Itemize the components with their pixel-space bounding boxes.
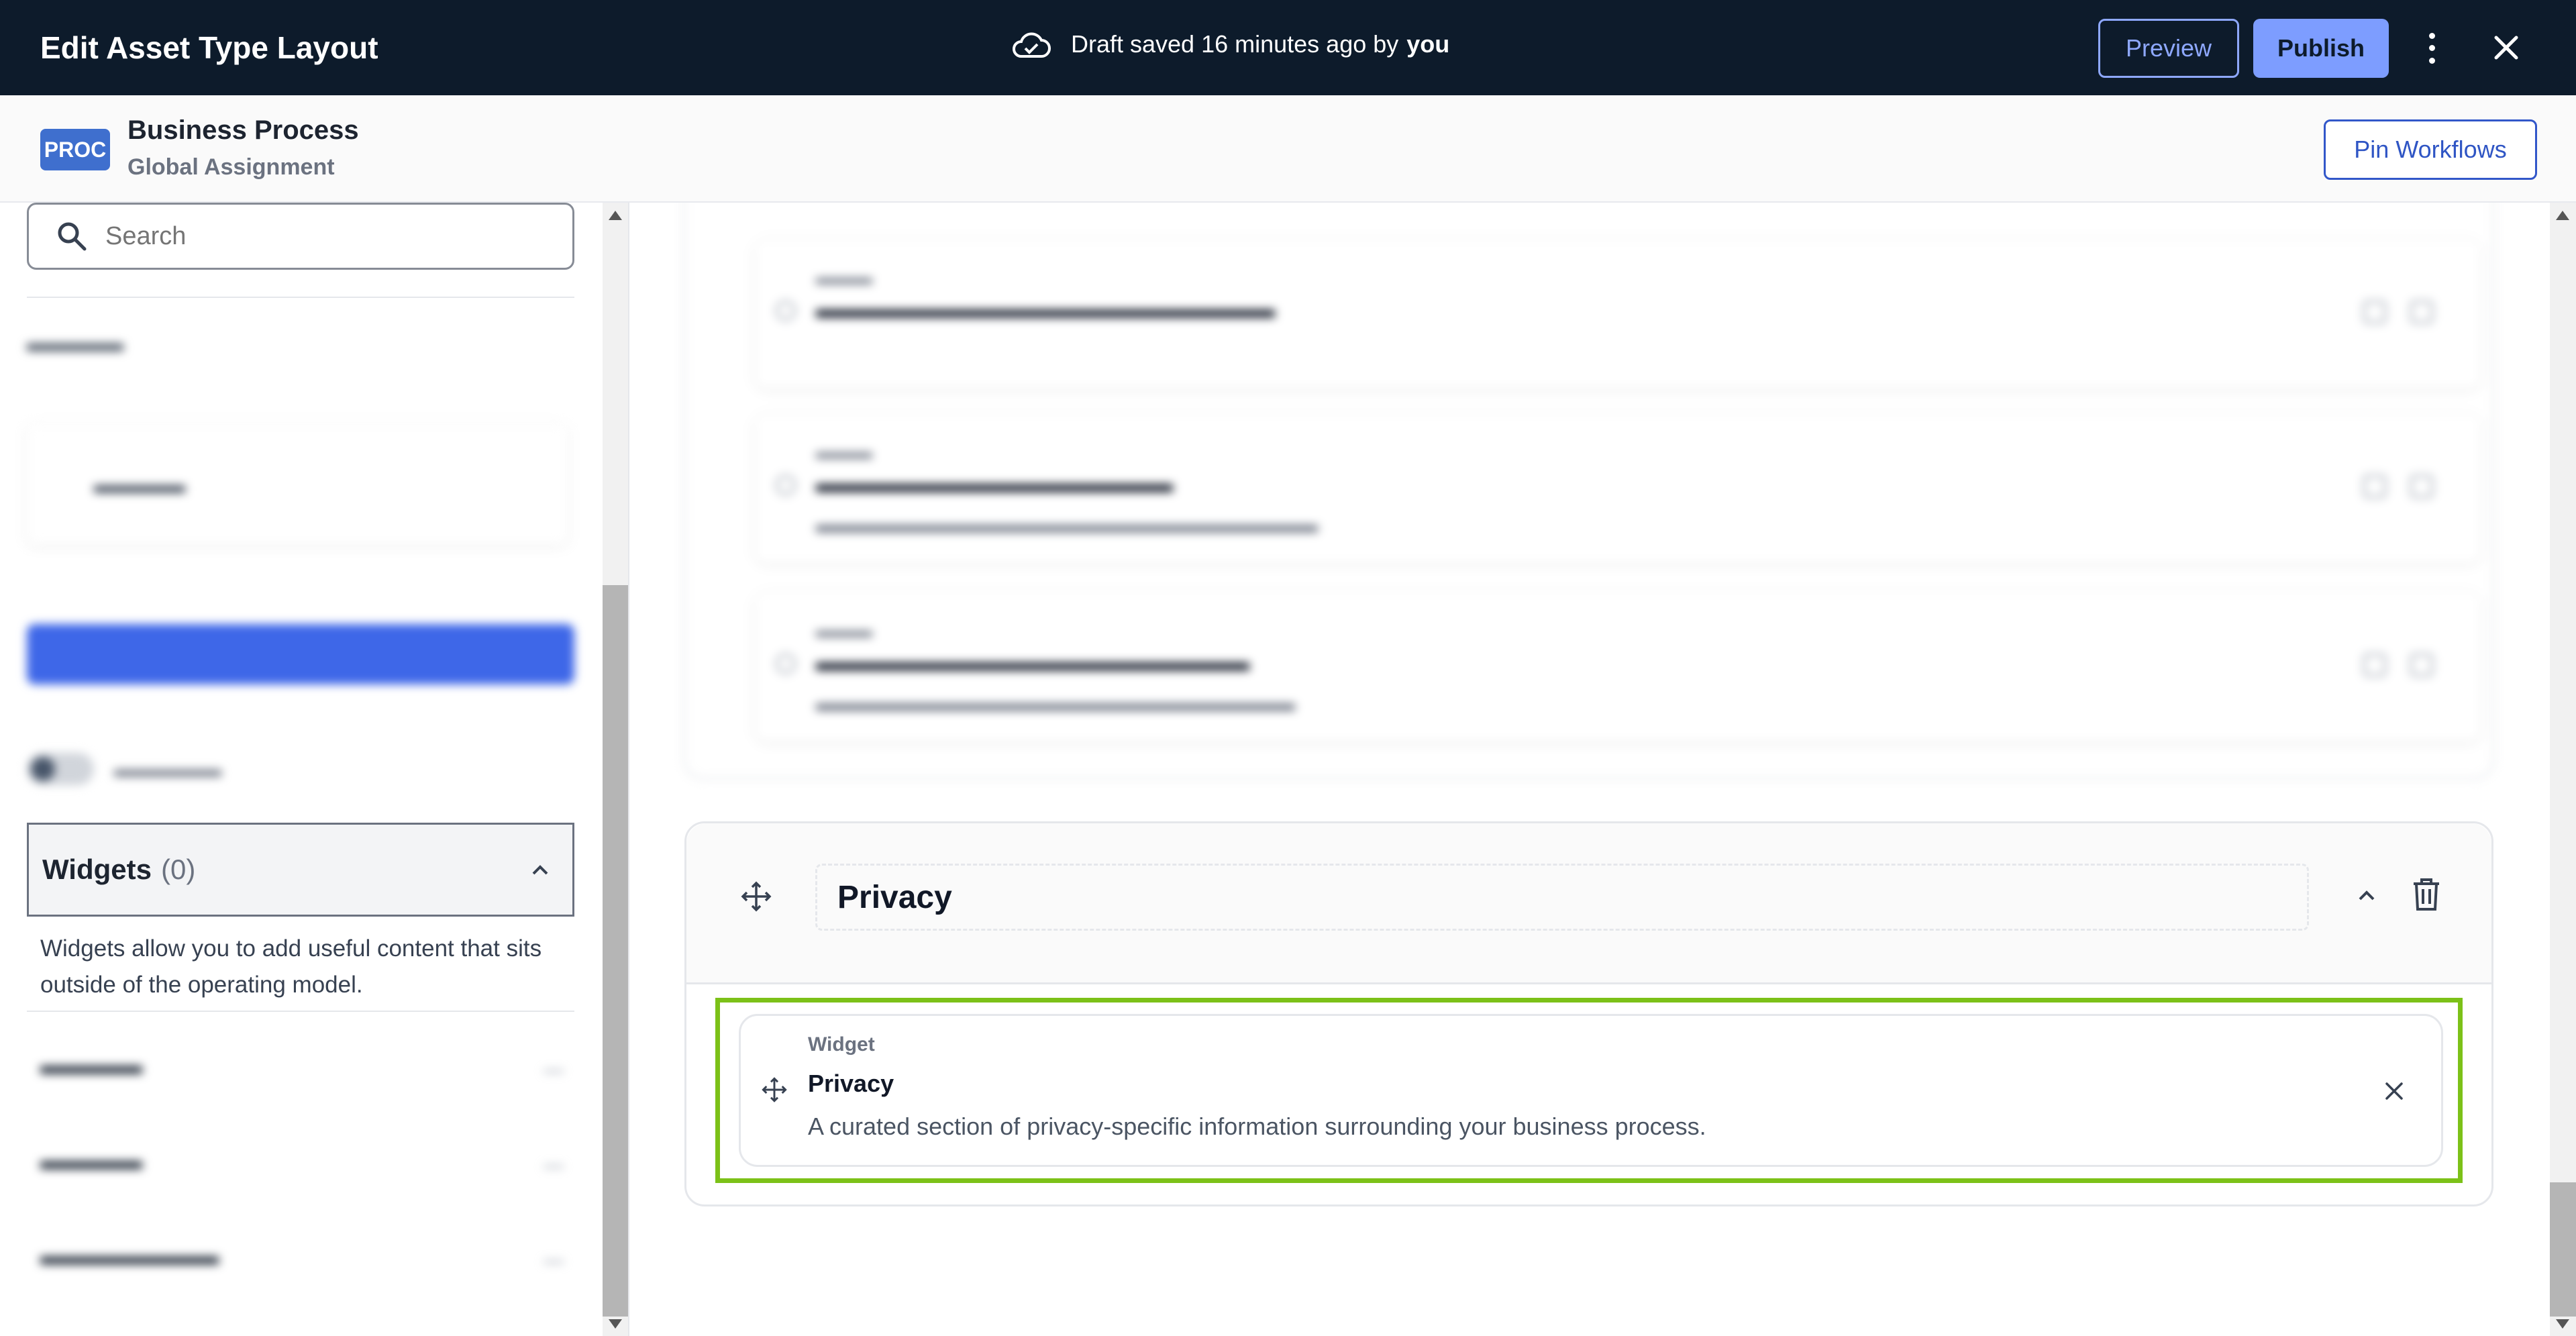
search-input[interactable]: [105, 221, 508, 251]
section-header: Privacy: [686, 823, 2491, 984]
asset-type-badge: PROC: [40, 129, 110, 170]
preview-button[interactable]: Preview: [2098, 19, 2239, 78]
privacy-section: Privacy Widget Privacy A curated section…: [684, 821, 2493, 1206]
page-title: Edit Asset Type Layout: [40, 30, 378, 65]
left-scrollbar[interactable]: [603, 203, 628, 1336]
widgets-description: Widgets allow you to add useful content …: [40, 935, 542, 998]
scroll-up-arrow[interactable]: [609, 211, 622, 220]
widgets-accordion-header[interactable]: Widgets (0): [27, 823, 574, 917]
complex-relations-accordion: ▬▬▬▬▬▬▬: [40, 1236, 564, 1276]
structure-label: ▬▬▬▬: [27, 329, 123, 356]
pin-workflows-button[interactable]: Pin Workflows: [2324, 119, 2537, 180]
top-bar: Edit Asset Type Layout Draft saved 16 mi…: [0, 0, 2576, 95]
blurred-relations-section: ▬▬▬ ▬▬▬▬▬▬▬▬▬▬▬▬▬▬▬▬▬▬ ▬▬▬ ▬▬▬▬▬▬▬▬▬▬▬▬▬…: [683, 203, 2495, 780]
trash-icon[interactable]: [2411, 877, 2442, 912]
asset-header: PROC Business Process Global Assignment …: [0, 95, 2576, 203]
add-characteristic-button: [27, 624, 574, 684]
divider: [27, 297, 574, 298]
asset-assignment: Global Assignment: [127, 154, 335, 180]
widget-name: Privacy: [808, 1070, 894, 1097]
attributes-accordion: ▬▬▬▬: [40, 1045, 564, 1086]
relation-card: ▬▬▬ ▬▬▬▬▬▬▬▬▬▬▬▬▬▬▬▬▬▬: [756, 240, 2480, 388]
close-icon[interactable]: [2489, 31, 2523, 64]
relation-card: ▬▬▬ ▬▬▬▬▬▬▬▬▬▬▬▬▬▬▬▬▬ ▬▬▬▬▬▬▬▬▬▬▬▬▬▬▬▬▬▬…: [756, 593, 2480, 741]
more-options-icon[interactable]: [2424, 30, 2440, 67]
main-scrollbar[interactable]: [2550, 203, 2576, 1336]
draft-text: Draft saved 16 minutes ago by: [1071, 30, 1399, 58]
widget-card-privacy[interactable]: Widget Privacy A curated section of priv…: [739, 1014, 2443, 1167]
scroll-down-arrow[interactable]: [609, 1319, 622, 1329]
chevron-up-icon[interactable]: [528, 858, 552, 882]
widget-description: A curated section of privacy-specific in…: [808, 1113, 1706, 1140]
scrollbar-thumb[interactable]: [2550, 1182, 2576, 1317]
publish-button[interactable]: Publish: [2253, 19, 2389, 78]
cloud-check-icon: [1013, 32, 1051, 58]
remove-widget-icon[interactable]: [2383, 1080, 2406, 1102]
widgets-title: Widgets: [42, 854, 152, 885]
scrollbar-thumb[interactable]: [603, 585, 628, 1317]
divider: [27, 1011, 574, 1012]
drag-handle-icon[interactable]: [761, 1076, 788, 1103]
layout-canvas: ▬▬▬ ▬▬▬▬▬▬▬▬▬▬▬▬▬▬▬▬▬▬ ▬▬▬ ▬▬▬▬▬▬▬▬▬▬▬▬▬…: [629, 203, 2550, 1336]
left-panel: ▬▬▬▬ ▬▬▬▬ ▬▬▬▬▬ Widgets (0) Widgets allo…: [0, 203, 604, 1336]
scroll-up-arrow[interactable]: [2556, 211, 2569, 220]
drag-handle-icon[interactable]: [740, 880, 772, 913]
search-box[interactable]: [27, 203, 574, 270]
show-used-items-toggle: ▬▬▬▬▬: [27, 753, 221, 785]
chevron-up-icon[interactable]: [2355, 884, 2379, 908]
relation-card: ▬▬▬ ▬▬▬▬▬▬▬▬▬▬▬▬▬▬ ▬▬▬▬▬▬▬▬▬▬▬▬▬▬▬▬▬▬▬▬▬…: [756, 415, 2480, 562]
asset-type-name: Business Process: [127, 115, 359, 145]
widgets-count: (0): [160, 854, 196, 885]
new-section-card: ▬▬▬▬: [27, 424, 568, 545]
section-title-input[interactable]: Privacy: [815, 864, 2309, 931]
draft-user: you: [1406, 30, 1450, 58]
scroll-down-arrow[interactable]: [2556, 1319, 2569, 1329]
search-icon: [58, 222, 87, 251]
relations-accordion: ▬▬▬▬: [40, 1141, 564, 1181]
widget-type-label: Widget: [808, 1033, 875, 1056]
draft-status: Draft saved 16 minutes ago by you: [1012, 30, 1449, 59]
